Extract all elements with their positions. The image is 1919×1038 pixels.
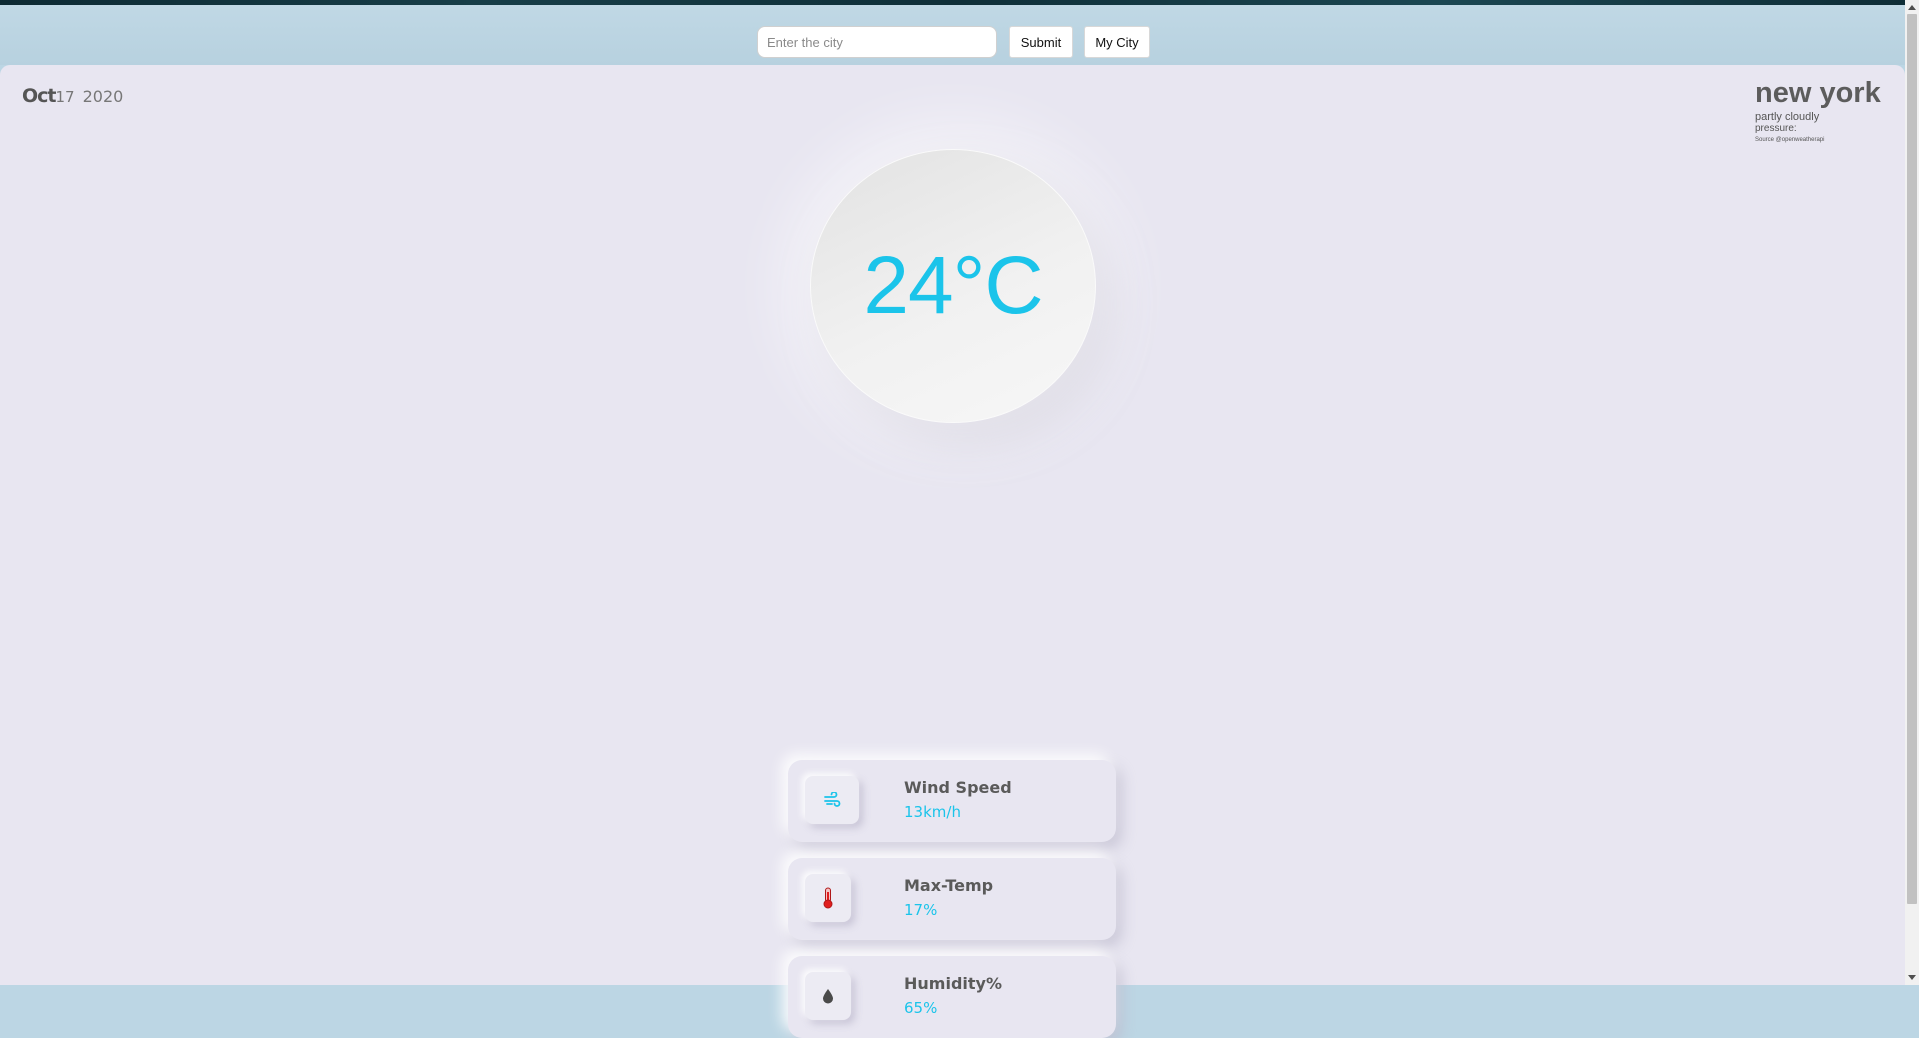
thermometer-icon	[805, 874, 851, 922]
my-city-button[interactable]: My City	[1084, 26, 1150, 58]
data-source: Source @openweatherapi	[1755, 137, 1825, 143]
max-temp-card: Max-Temp 17%	[788, 858, 1116, 940]
search-bar: Submit My City	[0, 5, 1905, 65]
max-temp-value: 17%	[904, 901, 938, 919]
pressure-label: pressure:	[1755, 123, 1797, 134]
submit-button[interactable]: Submit	[1009, 26, 1073, 58]
weather-description: partly cloudly	[1755, 111, 1820, 123]
scroll-down-arrow-icon[interactable]	[1905, 971, 1919, 985]
weather-panel: Oct 17 2020 new york partly cloudly pres…	[0, 65, 1905, 1038]
humidity-label: Humidity%	[904, 974, 1002, 993]
current-temperature: 24°C	[863, 240, 1043, 331]
city-name: new york	[1755, 77, 1881, 109]
wind-speed-value: 13km/h	[904, 803, 961, 821]
location-info: new york partly cloudly pressure: Source…	[1755, 77, 1905, 143]
wind-speed-label: Wind Speed	[904, 778, 1012, 797]
droplet-icon	[805, 972, 851, 1020]
humidity-card: Humidity% 65%	[788, 956, 1116, 1038]
max-temp-label: Max-Temp	[904, 876, 994, 895]
scroll-up-arrow-icon[interactable]	[1905, 0, 1919, 14]
date-year: 2020	[82, 87, 124, 106]
humidity-value: 65%	[904, 999, 938, 1017]
wind-speed-card: Wind Speed 13km/h	[788, 760, 1116, 842]
date-month: Oct	[22, 85, 56, 107]
city-search-input[interactable]	[757, 26, 997, 58]
temperature-dial: 24°C	[810, 149, 1096, 423]
page-scrollbar[interactable]	[1905, 0, 1919, 985]
date-display: Oct 17 2020	[22, 85, 123, 107]
scroll-thumb[interactable]	[1907, 14, 1917, 904]
date-day: 17	[55, 88, 75, 106]
wind-icon	[805, 776, 859, 824]
